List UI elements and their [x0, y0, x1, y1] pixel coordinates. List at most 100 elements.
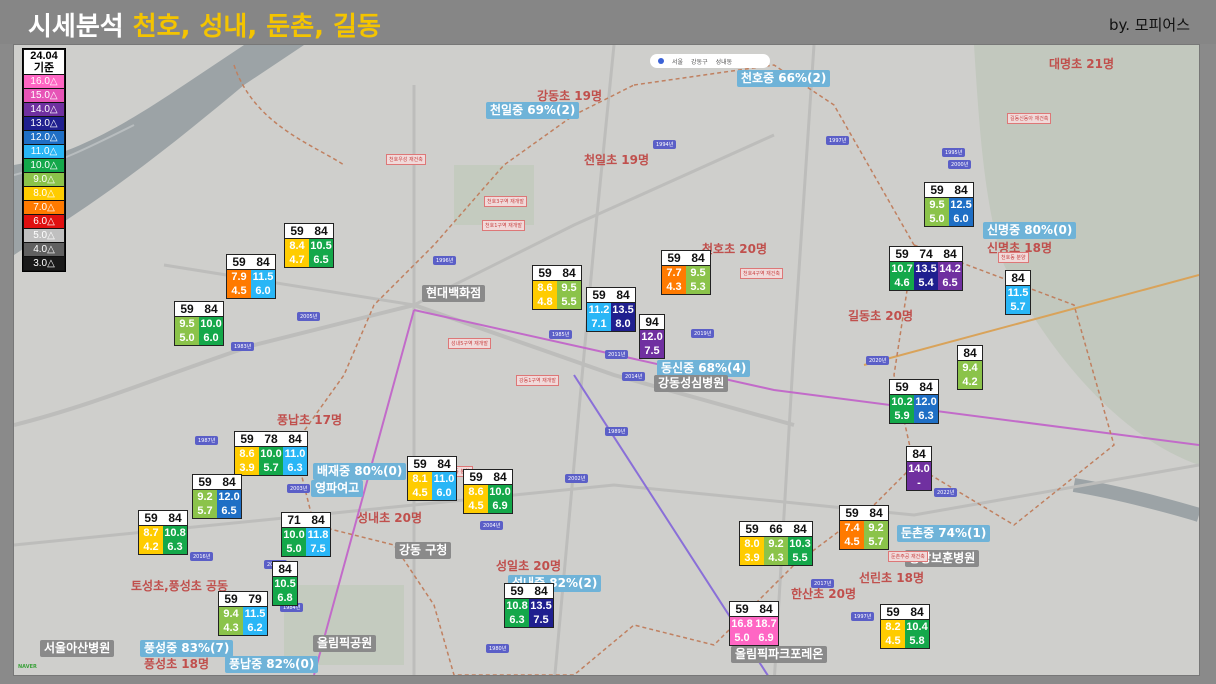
legend-item: 6.0△	[24, 215, 64, 228]
place-label[interactable]: 현대백화점	[422, 285, 486, 302]
place-label[interactable]: 강동 구청	[395, 542, 452, 559]
elementary-school-label[interactable]: 풍납초 17명	[273, 412, 346, 429]
apartment-year-tag[interactable]: 2003년	[287, 484, 311, 493]
unit-size-header: 59	[662, 251, 687, 266]
price-card[interactable]: 59 74 84 10.7 13.5 14.2 4.6 5.4 6.5	[889, 246, 963, 291]
map-search-bar[interactable]: 서울 강동구 성내동	[650, 54, 770, 68]
redevelopment-pin[interactable]: 천호1구역 재개발	[482, 220, 525, 231]
sale-price-cell: 10.0	[488, 485, 512, 499]
apartment-year-tag[interactable]: 1997년	[826, 136, 850, 145]
price-card[interactable]: 84 9.4 4.2	[957, 345, 983, 390]
redevelopment-pin[interactable]: 천호우성 재건축	[386, 154, 426, 165]
price-card[interactable]: 59 84 8.7 10.8 4.2 6.3	[138, 510, 188, 555]
unit-size-header: 59	[890, 247, 915, 262]
apartment-year-tag[interactable]: 1980년	[486, 644, 510, 653]
place-label[interactable]: 올림픽공원	[313, 635, 377, 652]
price-card[interactable]: 59 84 9.5 10.0 5.0 6.0	[174, 301, 224, 346]
price-card[interactable]: 84 11.5 5.7	[1005, 270, 1031, 315]
elementary-school-label[interactable]: 길동초 20명	[844, 308, 917, 325]
elementary-school-label[interactable]: 한산초 20명	[787, 586, 860, 603]
price-card[interactable]: 59 84 8.6 10.0 4.5 6.9	[463, 469, 513, 514]
price-card[interactable]: 84 10.5 6.8	[272, 561, 298, 606]
location-icon	[658, 58, 664, 64]
price-card[interactable]: 59 84 8.4 10.5 4.7 6.5	[284, 223, 334, 268]
middle-school-label[interactable]: 풍성중 83%(7)	[140, 640, 234, 657]
apartment-year-tag[interactable]: 2005년	[297, 312, 321, 321]
apartment-year-tag[interactable]: 1987년	[195, 436, 219, 445]
sale-price-cell: 12.5	[949, 198, 973, 212]
price-card[interactable]: 59 84 9.2 12.0 5.7 6.5	[192, 474, 242, 519]
apartment-year-tag[interactable]: 1983년	[231, 342, 255, 351]
apartment-year-tag[interactable]: 2017년	[811, 579, 835, 588]
price-card[interactable]: 59 84 7.7 9.5 4.3 5.3	[661, 250, 711, 295]
elementary-school-label[interactable]: 대명초 21명	[1045, 56, 1118, 73]
apartment-year-tag[interactable]: 2004년	[480, 521, 504, 530]
elementary-school-label[interactable]: 천일초 19명	[580, 152, 653, 169]
price-card[interactable]: 59 84 8.6 9.5 4.8 5.5	[532, 265, 582, 310]
unit-size-header: 59	[235, 432, 260, 447]
redevelopment-pin[interactable]: 둔촌주공 재건축	[888, 551, 928, 562]
apartment-year-tag[interactable]: 2011년	[605, 350, 629, 359]
apartment-year-tag[interactable]: 2020년	[866, 356, 890, 365]
apartment-year-tag[interactable]: 1995년	[942, 148, 966, 157]
place-label[interactable]: 강동성심병원	[654, 375, 729, 392]
redevelopment-pin[interactable]: 천호3구역 재개발	[484, 196, 527, 207]
price-card[interactable]: 59 84 9.5 12.5 5.0 6.0	[924, 182, 974, 227]
middle-school-label[interactable]: 천일중 69%(2)	[486, 102, 580, 119]
price-card[interactable]: 59 84 8.2 10.4 4.5 5.8	[880, 604, 930, 649]
price-card[interactable]: 59 84 7.9 11.5 4.5 6.0	[226, 254, 276, 299]
unit-size-header: 84	[958, 346, 982, 361]
redevelopment-pin[interactable]: 천호동 분양	[998, 252, 1029, 263]
price-card[interactable]: 84 14.0-	[906, 446, 932, 491]
jeonse-price-cell: 5.9	[890, 409, 915, 423]
apartment-year-tag[interactable]: 1985년	[549, 330, 573, 339]
elementary-school-label[interactable]: 성내초 20명	[353, 510, 426, 527]
elementary-school-label[interactable]: 풍성초 18명	[140, 656, 213, 673]
apartment-year-tag[interactable]: 2000년	[948, 160, 972, 169]
apartment-year-tag[interactable]: 1996년	[433, 256, 457, 265]
apartment-year-tag[interactable]: 2014년	[622, 372, 646, 381]
price-card[interactable]: 59 84 16.8 18.7 5.0 6.9	[729, 601, 779, 646]
price-card[interactable]: 59 78 84 8.6 10.0 11.0 3.9 5.7 6.3	[234, 431, 308, 476]
search-crumb[interactable]: 서울	[672, 57, 683, 66]
price-card[interactable]: 59 84 11.2 13.5 7.1 8.0	[586, 287, 636, 332]
price-card[interactable]: 59 66 84 8.0 9.2 10.3 3.9 4.3 5.5	[739, 521, 813, 566]
sale-price-cell: 9.4	[958, 361, 982, 375]
price-card[interactable]: 59 84 7.4 9.2 4.5 5.7	[839, 505, 889, 550]
price-card[interactable]: 59 84 10.8 13.5 6.3 7.5	[504, 583, 554, 628]
elementary-school-label[interactable]: 토성초,풍성초 공동	[127, 578, 232, 595]
price-card[interactable]: 59 84 10.2 12.0 5.9 6.3	[889, 379, 939, 424]
apartment-year-tag[interactable]: 1994년	[653, 140, 677, 149]
redevelopment-pin[interactable]: 천호4구역 재건축	[740, 268, 783, 279]
redevelopment-pin[interactable]: 길동신동아 재건축	[1007, 113, 1052, 124]
unit-size-header: 79	[243, 592, 267, 607]
price-card[interactable]: 94 12.0 7.5	[639, 314, 665, 359]
middle-school-label[interactable]: 배재중 80%(0)	[313, 463, 407, 480]
jeonse-price-cell: 5.0	[175, 331, 200, 345]
middle-school-label[interactable]: 영파여고	[311, 480, 364, 497]
search-crumb[interactable]: 강동구	[691, 57, 708, 66]
price-card[interactable]: 59 79 9.4 11.5 4.3 6.2	[218, 591, 268, 636]
apartment-year-tag[interactable]: 2019년	[691, 329, 715, 338]
apartment-year-tag[interactable]: 2002년	[565, 474, 589, 483]
jeonse-price-cell: 6.0	[432, 486, 456, 500]
place-label[interactable]: 올림픽파크포레온	[731, 646, 828, 663]
redevelopment-pin[interactable]: 강동1구역 재개발	[516, 375, 559, 386]
elementary-school-label[interactable]: 성일초 20명	[492, 558, 565, 575]
apartment-year-tag[interactable]: 2022년	[934, 488, 958, 497]
price-card[interactable]: 71 84 10.0 11.8 5.0 7.5	[281, 512, 331, 557]
apartment-year-tag[interactable]: 1997년	[851, 612, 875, 621]
middle-school-label[interactable]: 둔촌중 74%(1)	[897, 525, 991, 542]
unit-size-header: 84	[557, 266, 581, 281]
middle-school-label[interactable]: 풍납중 82%(0)	[225, 656, 319, 673]
middle-school-label[interactable]: 신명중 80%(0)	[983, 222, 1077, 239]
sale-price-cell: 8.1	[408, 472, 433, 486]
redevelopment-pin[interactable]: 성내5구역 재개발	[448, 338, 491, 349]
apartment-year-tag[interactable]: 1989년	[605, 427, 629, 436]
apartment-year-tag[interactable]: 2016년	[190, 552, 214, 561]
elementary-school-label[interactable]: 선린초 18명	[855, 570, 928, 587]
place-label[interactable]: 서울아산병원	[40, 640, 115, 657]
search-crumb[interactable]: 성내동	[716, 57, 733, 66]
middle-school-label[interactable]: 천호중 66%(2)	[737, 70, 831, 87]
price-card[interactable]: 59 84 8.1 11.0 4.5 6.0	[407, 456, 457, 501]
